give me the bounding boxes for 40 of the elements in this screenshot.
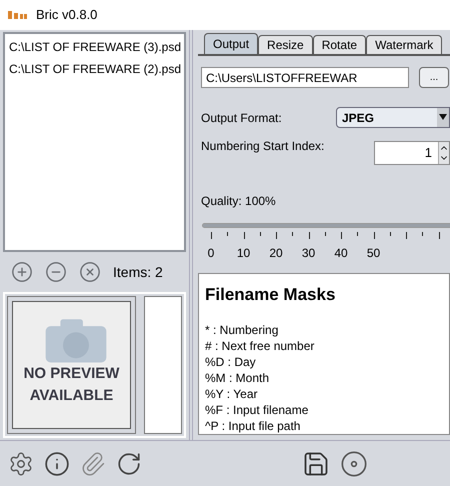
tab[interactable]: Resize xyxy=(258,35,313,54)
remove-icon[interactable] xyxy=(45,261,67,283)
output-format-label: Output Format: xyxy=(201,110,282,126)
slider-tick-label: 20 xyxy=(269,245,283,260)
mask-line: %F : Input filename xyxy=(205,402,310,418)
numbering-label: Numbering Start Index: xyxy=(201,138,324,155)
add-icon[interactable] xyxy=(11,261,33,283)
mask-line: * : Numbering xyxy=(205,322,280,338)
mask-line: ^P : Input file path xyxy=(205,418,302,434)
masks-title: Filename Masks xyxy=(205,284,336,306)
refresh-icon[interactable] xyxy=(116,450,142,476)
info-icon[interactable] xyxy=(44,450,70,476)
mask-line: %D : Day xyxy=(205,354,257,370)
save-icon[interactable] xyxy=(302,450,330,478)
mask-line: %M : Month xyxy=(205,370,270,386)
slider-tick-label: 10 xyxy=(236,245,250,260)
tab[interactable]: Watermark xyxy=(366,35,442,54)
browse-button[interactable]: ... xyxy=(419,67,449,88)
no-preview-text: NO PREVIEW AVAILABLE xyxy=(22,364,120,406)
slider-tick-label: 40 xyxy=(334,245,348,260)
tab[interactable]: Output xyxy=(204,33,258,54)
settings-icon[interactable] xyxy=(8,450,34,476)
window-title: Bric v0.8.0 xyxy=(36,6,98,24)
paperclip-icon[interactable] xyxy=(80,450,106,476)
quality-label: Quality: 100% xyxy=(200,193,277,210)
app-logo-icon xyxy=(8,10,28,20)
clear-icon[interactable] xyxy=(79,261,101,283)
file-list-item[interactable]: C:\LIST OF FREEWARE (2).psd xyxy=(9,60,180,78)
mask-line: %Y : Year xyxy=(205,386,258,402)
output-format-dropdown[interactable]: JPEG xyxy=(336,107,450,128)
items-count: Items: 2 xyxy=(113,262,163,282)
file-list-item[interactable]: C:\LIST OF FREEWARE (3).psd xyxy=(9,38,180,56)
slider-tick-label: 50 xyxy=(366,245,380,260)
disc-icon[interactable] xyxy=(340,450,368,478)
slider-tick-label: 30 xyxy=(302,245,316,260)
numbering-spinner[interactable]: 1 xyxy=(374,141,450,165)
output-path-field[interactable]: C:\Users\LISTOFFREEWAR xyxy=(201,67,409,88)
mask-line: # : Next free number xyxy=(205,338,316,354)
tab[interactable]: Rotate xyxy=(312,35,366,54)
slider-tick-label: 0 xyxy=(208,245,214,260)
